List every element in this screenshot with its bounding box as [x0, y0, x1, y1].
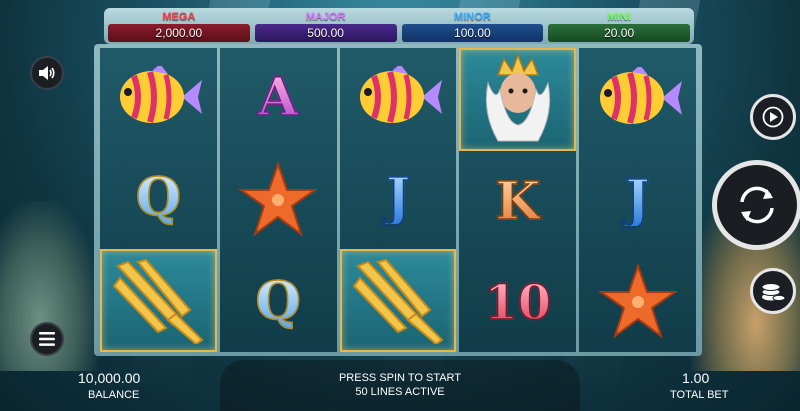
- starfish-symbol: [579, 252, 696, 352]
- starfish-icon: [238, 160, 319, 237]
- letter-q-text: Q: [135, 167, 182, 228]
- reel-frame: Q A Q J K 10 J: [94, 44, 702, 356]
- spin-button[interactable]: [712, 160, 800, 250]
- jackpot-major: MAJOR 500.00: [254, 11, 397, 42]
- trident-symbol: [100, 249, 217, 353]
- number-10-text: 10: [484, 274, 552, 331]
- trident-symbol: [339, 249, 457, 353]
- letter-j-symbol: J: [340, 149, 457, 248]
- reel-1: Q: [100, 48, 217, 353]
- bottom-bar: 10,000.00 BALANCE PRESS SPIN TO START 50…: [0, 360, 800, 411]
- play-icon: [762, 106, 784, 128]
- jackpot-mega-value: 2,000.00: [108, 24, 250, 42]
- reel-2: A Q: [219, 48, 337, 352]
- tropical-fish-symbol: [100, 48, 217, 147]
- reel-grid: Q A Q J K 10 J: [100, 48, 696, 353]
- jackpot-minor: MINOR 100.00: [401, 11, 544, 42]
- jackpot-mini: MINI 20.00: [548, 11, 690, 42]
- letter-j-text: J: [625, 169, 651, 230]
- status-line-1: PRESS SPIN TO START: [338, 372, 462, 384]
- jackpot-major-label: MAJOR: [305, 11, 346, 23]
- letter-j-symbol: J: [579, 150, 696, 250]
- letter-q-symbol: Q: [220, 252, 337, 352]
- letter-q-symbol: Q: [100, 149, 217, 248]
- tropical-fish-icon: [120, 66, 203, 124]
- menu-button[interactable]: [30, 322, 64, 356]
- starfish-symbol: [220, 150, 337, 250]
- reel-3: J: [339, 48, 457, 353]
- trident-icon: [352, 258, 444, 344]
- letter-a-symbol: A: [220, 48, 337, 148]
- tropical-fish-icon: [599, 67, 682, 124]
- jackpot-minor-value: 100.00: [401, 24, 544, 42]
- jackpot-mini-label: MINI: [607, 11, 631, 23]
- poseidon-icon: [485, 53, 550, 142]
- letter-j-text: J: [385, 167, 411, 228]
- tropical-fish-icon: [359, 66, 442, 124]
- bet-button[interactable]: [750, 268, 796, 314]
- letter-k-symbol: K: [459, 153, 576, 252]
- starfish-icon: [597, 262, 678, 339]
- letter-q-text: Q: [255, 271, 302, 332]
- reel-5: J: [579, 48, 696, 352]
- tropical-fish-symbol: [340, 48, 457, 147]
- trident-icon: [113, 258, 204, 344]
- spin-arrows-icon: [740, 186, 774, 224]
- reel-4: K 10: [459, 48, 577, 352]
- letter-a-text: A: [257, 67, 299, 128]
- jackpot-mini-value: 20.00: [548, 24, 690, 42]
- speaker-icon: [39, 66, 55, 80]
- coin-stack-icon: [761, 283, 786, 302]
- autoplay-button[interactable]: [750, 94, 796, 140]
- poseidon-symbol: [459, 48, 577, 151]
- jackpot-mega-label: MEGA: [162, 11, 196, 23]
- hamburger-menu-icon: [39, 332, 55, 346]
- jackpot-major-value: 500.00: [254, 24, 397, 42]
- total-bet-label: TOTAL BET: [670, 389, 729, 401]
- jackpot-minor-label: MINOR: [454, 11, 491, 23]
- jackpot-bar: MEGA 2,000.00 MAJOR 500.00 MINOR 100.00 …: [104, 8, 694, 44]
- sound-button[interactable]: [30, 56, 64, 90]
- number-10-symbol: 10: [459, 253, 576, 352]
- letter-k-text: K: [494, 171, 541, 232]
- tropical-fish-symbol: [579, 48, 696, 148]
- total-bet-value: 1.00: [682, 370, 710, 386]
- jackpot-mega: MEGA 2,000.00: [108, 11, 250, 42]
